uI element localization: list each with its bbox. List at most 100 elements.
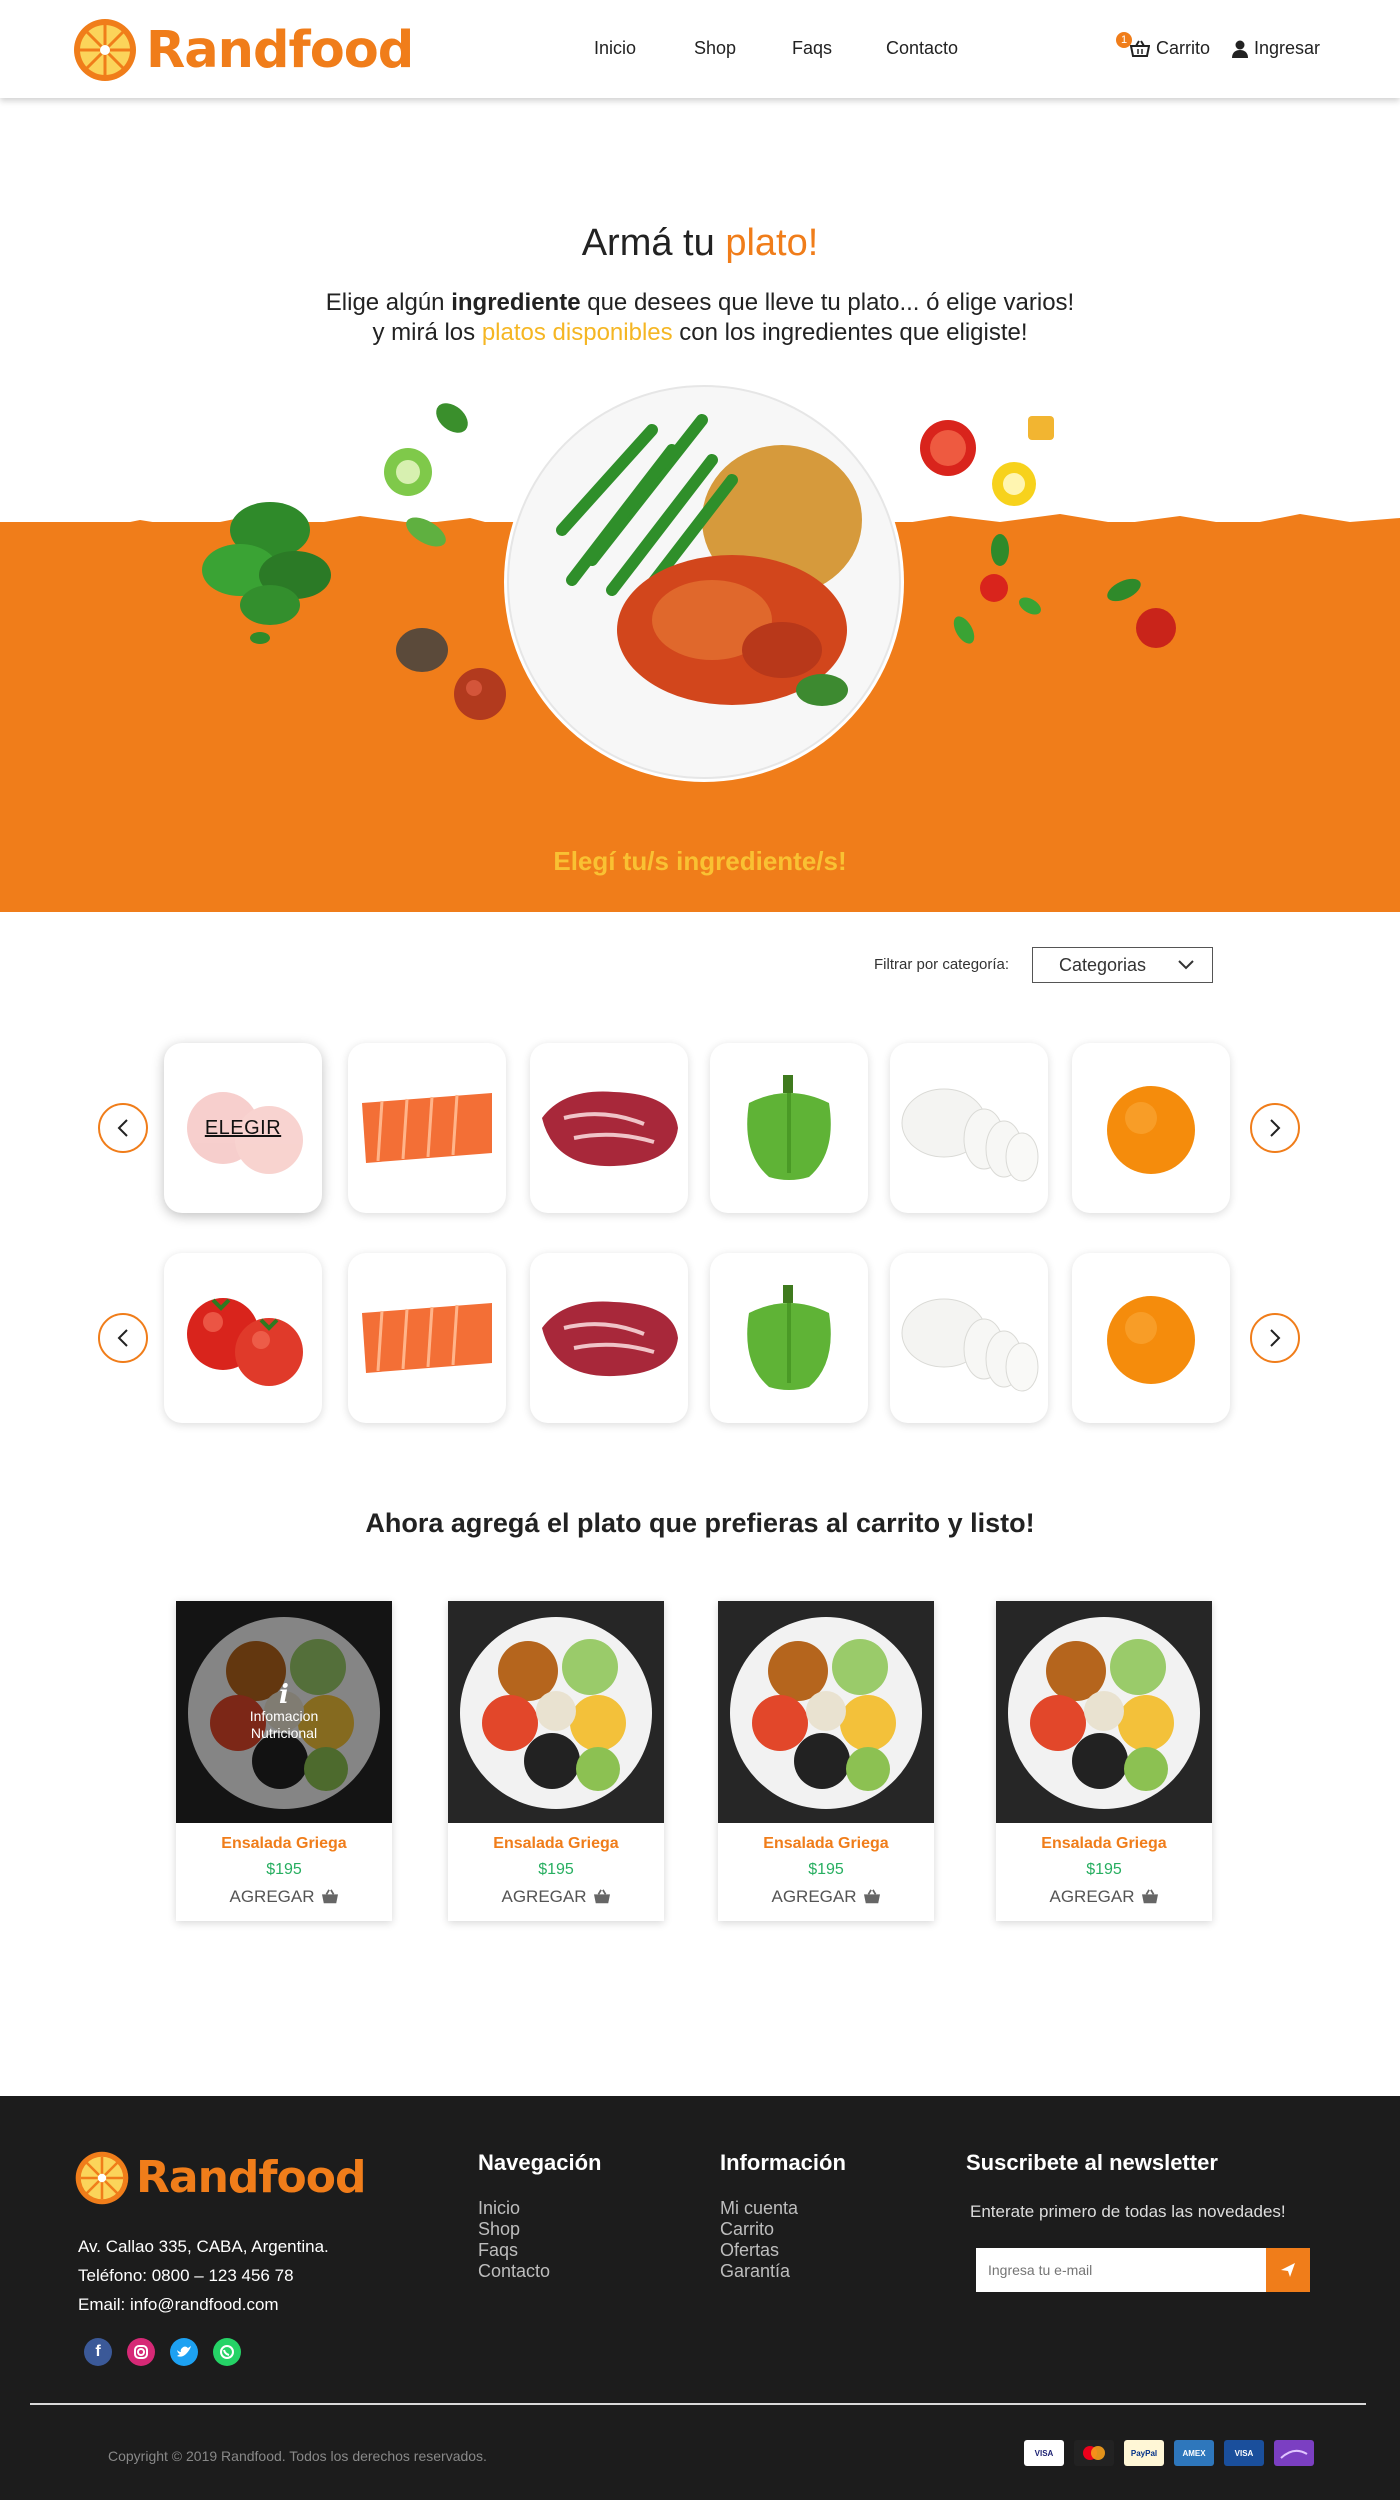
add-to-cart-label: AGREGAR <box>771 1887 857 1906</box>
ingredient-card-salmon[interactable] <box>348 1043 506 1213</box>
choose-ingredient-link[interactable]: ELEGIR <box>205 1117 281 1140</box>
dish-card[interactable]: Ensalada Griega $195 AGREGAR <box>996 1601 1212 1921</box>
nav-shop[interactable]: Shop <box>694 38 792 59</box>
footer-link-inicio[interactable]: Inicio <box>478 2198 602 2219</box>
dish-price: $195 <box>1086 1861 1122 1878</box>
green-pepper-image <box>747 1285 831 1390</box>
footer-link-garantia[interactable]: Garantía <box>720 2261 846 2282</box>
footer-info-column: Información Mi cuenta Carrito Ofertas Ga… <box>720 2150 846 2282</box>
whatsapp-icon[interactable] <box>213 2338 241 2366</box>
social-links: f <box>84 2338 241 2366</box>
carousel-row1-prev-button[interactable] <box>98 1103 148 1153</box>
american-express-icon: AMEX <box>1174 2440 1214 2466</box>
footer-link-carrito[interactable]: Carrito <box>720 2219 846 2240</box>
footer-link-mi-cuenta[interactable]: Mi cuenta <box>720 2198 846 2219</box>
footer-link-contacto[interactable]: Contacto <box>478 2261 602 2282</box>
newsletter-section: Suscribete al newsletter Enterate primer… <box>966 2150 1286 2222</box>
user-icon <box>1232 40 1249 58</box>
salad-bowl-image <box>996 1601 1212 1823</box>
logo-text: Randfood <box>146 20 414 80</box>
newsletter-submit-button[interactable] <box>1266 2248 1310 2292</box>
nutrition-info-label: Infomacion <box>249 1708 319 1724</box>
green-pepper-image <box>747 1075 831 1180</box>
twitter-icon[interactable] <box>170 2338 198 2366</box>
spices-icon <box>396 628 506 720</box>
add-to-cart-label: AGREGAR <box>501 1887 587 1906</box>
site-header: Randfood Inicio Shop Faqs Contacto 1 Car… <box>0 0 1400 98</box>
ingredient-card-salmon[interactable] <box>348 1253 506 1423</box>
hero-sub-text: y mirá los <box>372 319 476 346</box>
nav-inicio[interactable]: Inicio <box>594 38 694 59</box>
header-actions: 1 Carrito Ingresar <box>1116 32 1320 59</box>
nutrition-info-label: Nutricional <box>250 1725 318 1741</box>
nutrition-info-overlay[interactable]: i Infomacion Nutricional <box>176 1601 392 1823</box>
ingredient-card-orange[interactable] <box>1072 1043 1230 1213</box>
dish-card[interactable]: Ensalada Griega $195 AGREGAR <box>448 1601 664 1921</box>
dish-card[interactable]: Ensalada Griega $195 AGREGAR <box>718 1601 934 1921</box>
send-icon <box>1281 2263 1295 2277</box>
salad-bowl-image <box>448 1601 664 1823</box>
ingredient-card-orange[interactable] <box>1072 1253 1230 1423</box>
copyright: Copyright © 2019 Randfood. Todos los der… <box>108 2448 487 2464</box>
hero-plate-image <box>504 382 904 782</box>
footer-link-ofertas[interactable]: Ofertas <box>720 2240 846 2261</box>
dishes-section-title: Ahora agregá el plato que prefieras al c… <box>365 1508 1035 1538</box>
basket-icon <box>593 1889 610 1904</box>
hero-sub-text: con los ingredientes que eligiste! <box>679 319 1028 346</box>
facebook-icon[interactable]: f <box>84 2338 112 2366</box>
cart-count-badge: 1 <box>1116 32 1132 48</box>
footer-nav-column: Navegación Inicio Shop Faqs Contacto <box>478 2150 602 2282</box>
dish-card[interactable]: i Infomacion Nutricional Ensalada Griega… <box>176 1601 392 1921</box>
ingredient-card-tomato[interactable] <box>164 1253 322 1423</box>
ingredient-card-mozzarella[interactable] <box>890 1043 1048 1213</box>
orange-image <box>1107 1296 1195 1384</box>
logo[interactable]: Randfood <box>72 18 414 82</box>
footer-contact: Av. Callao 335, CABA, Argentina. Teléfon… <box>78 2232 329 2319</box>
instagram-icon[interactable] <box>127 2338 155 2366</box>
carousel-row2-next-button[interactable] <box>1250 1313 1300 1363</box>
login-link[interactable]: Ingresar <box>1232 38 1320 59</box>
footer-link-faqs[interactable]: Faqs <box>478 2240 602 2261</box>
footer-nav-title: Navegación <box>478 2150 602 2175</box>
footer-logo-text: Randfood <box>136 2152 366 2203</box>
orange-image <box>1107 1086 1195 1174</box>
orange-slice-logo-icon <box>74 19 136 81</box>
cart-link[interactable]: 1 Carrito <box>1116 32 1210 59</box>
nav-contacto[interactable]: Contacto <box>886 38 958 59</box>
ingredient-card-green-pepper[interactable] <box>710 1043 868 1213</box>
chevron-left-icon <box>117 1329 128 1347</box>
chevron-right-icon <box>1270 1119 1281 1137</box>
basket-icon <box>863 1889 880 1904</box>
add-to-cart-button[interactable]: AGREGAR <box>718 1887 934 1907</box>
main-nav: Inicio Shop Faqs Contacto <box>594 38 958 59</box>
footer-link-shop[interactable]: Shop <box>478 2219 602 2240</box>
beef-image <box>542 1301 678 1377</box>
add-to-cart-button[interactable]: AGREGAR <box>996 1887 1212 1907</box>
ingredient-card-mozzarella[interactable] <box>890 1253 1048 1423</box>
dish-name: Ensalada Griega <box>221 1835 347 1852</box>
add-to-cart-button[interactable]: AGREGAR <box>448 1887 664 1907</box>
hero-title-accent: plato! <box>725 222 819 264</box>
payment-methods: VISA PayPal AMEX VISA <box>1024 2440 1314 2466</box>
hero-sub-accent: platos disponibles <box>481 319 673 346</box>
ingredient-card-beef[interactable] <box>530 1253 688 1423</box>
footer-logo[interactable]: Randfood <box>74 2150 366 2206</box>
newsletter-text: Enterate primero de todas las novedades! <box>970 2202 1286 2221</box>
salad-bowl-image <box>718 1601 934 1823</box>
orange-slice-logo-icon <box>75 2151 129 2205</box>
category-select[interactable]: Categorias <box>1032 947 1213 983</box>
chevron-down-icon <box>1178 960 1194 970</box>
carousel-row1-next-button[interactable] <box>1250 1103 1300 1153</box>
dish-name: Ensalada Griega <box>493 1835 619 1852</box>
add-to-cart-button[interactable]: AGREGAR <box>176 1887 392 1907</box>
tomato-pepper-icon <box>920 416 1176 648</box>
ingredient-card-beef[interactable] <box>530 1043 688 1213</box>
ingredient-card-green-pepper[interactable] <box>710 1253 868 1423</box>
basket-icon <box>1141 1889 1158 1904</box>
carousel-row2-prev-button[interactable] <box>98 1313 148 1363</box>
nav-faqs[interactable]: Faqs <box>792 38 886 59</box>
newsletter-email-input[interactable] <box>976 2248 1266 2292</box>
ingredient-card-tomato[interactable]: ELEGIR <box>164 1043 322 1213</box>
choose-ingredients-cta: Elegí tu/s ingrediente/s! <box>553 846 847 876</box>
add-to-cart-label: AGREGAR <box>229 1887 315 1906</box>
